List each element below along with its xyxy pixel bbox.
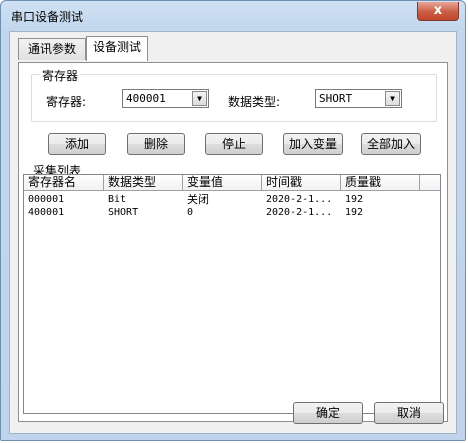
datatype-combo[interactable]: SHORT ▼ bbox=[315, 89, 402, 108]
column-header-quality[interactable]: 质量戳 bbox=[341, 175, 420, 191]
device-test-panel: 寄存器 寄存器: 400001 ▼ 数据类型: SHORT ▼ 添加 删除 停止… bbox=[18, 62, 448, 422]
cell-value: 0 bbox=[187, 207, 194, 218]
dialog-client: 通讯参数 设备测试 寄存器 寄存器: 400001 ▼ 数据类型: SHORT … bbox=[9, 31, 457, 434]
capture-list[interactable]: 寄存器名 数据类型 变量值 时间戳 质量戳 000001 Bit 关闭 2020… bbox=[23, 174, 441, 414]
close-button[interactable]: x bbox=[417, 2, 459, 21]
register-combo[interactable]: 400001 ▼ bbox=[122, 89, 209, 108]
datatype-label: 数据类型: bbox=[228, 95, 281, 109]
register-label: 寄存器: bbox=[46, 95, 87, 109]
stop-button[interactable]: 停止 bbox=[205, 133, 263, 155]
tab-device-test[interactable]: 设备测试 bbox=[86, 36, 148, 61]
title-bar[interactable]: 串口设备测试 x bbox=[1, 1, 465, 31]
cell-quality: 192 bbox=[345, 207, 364, 218]
register-combo-value: 400001 bbox=[126, 92, 166, 105]
cell-timestamp: 2020-2-1... bbox=[266, 194, 333, 205]
datatype-combo-value: SHORT bbox=[319, 92, 353, 105]
column-header-timestamp[interactable]: 时间戳 bbox=[262, 175, 341, 191]
cell-timestamp: 2020-2-1... bbox=[266, 207, 333, 218]
column-header-filler bbox=[420, 175, 440, 191]
add-variable-button[interactable]: 加入变量 bbox=[283, 133, 343, 155]
chevron-down-icon[interactable]: ▼ bbox=[385, 91, 400, 106]
table-row[interactable]: 000001 Bit 关闭 2020-2-1... 192 bbox=[24, 193, 440, 206]
register-groupbox: 寄存器 寄存器: 400001 ▼ 数据类型: SHORT ▼ bbox=[31, 67, 437, 122]
column-header-value[interactable]: 变量值 bbox=[183, 175, 262, 191]
chevron-down-icon[interactable]: ▼ bbox=[192, 91, 207, 106]
tab-comm-params[interactable]: 通讯参数 bbox=[18, 38, 86, 60]
cell-register-name: 400001 bbox=[28, 207, 65, 218]
list-header: 寄存器名 数据类型 变量值 时间戳 质量戳 bbox=[24, 175, 440, 191]
cancel-button[interactable]: 取消 bbox=[374, 402, 444, 424]
ok-button[interactable]: 确定 bbox=[293, 402, 363, 424]
cell-register-name: 000001 bbox=[28, 194, 65, 205]
table-row[interactable]: 400001 SHORT 0 2020-2-1... 192 bbox=[24, 206, 440, 219]
column-header-data-type[interactable]: 数据类型 bbox=[104, 175, 183, 191]
delete-button[interactable]: 删除 bbox=[127, 133, 185, 155]
cell-quality: 192 bbox=[345, 194, 364, 205]
register-group-label: 寄存器 bbox=[40, 67, 81, 84]
add-all-button[interactable]: 全部加入 bbox=[361, 133, 421, 155]
dialog-window: 串口设备测试 x 通讯参数 设备测试 寄存器 寄存器: 400001 ▼ 数据类… bbox=[0, 0, 466, 441]
add-button[interactable]: 添加 bbox=[48, 133, 106, 155]
cell-data-type: Bit bbox=[108, 194, 127, 205]
cell-value: 关闭 bbox=[187, 193, 209, 206]
cell-data-type: SHORT bbox=[108, 207, 139, 218]
window-title: 串口设备测试 bbox=[11, 10, 84, 24]
column-header-register-name[interactable]: 寄存器名 bbox=[24, 175, 104, 191]
